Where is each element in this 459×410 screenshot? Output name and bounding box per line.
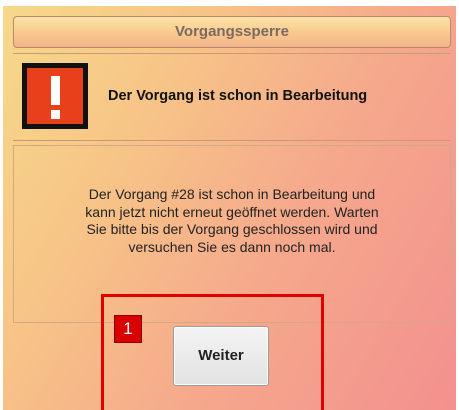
- message-line: Der Vorgang #28 ist schon in Bearbeitung…: [88, 186, 376, 202]
- dialog-title: Vorgangssperre: [175, 23, 289, 40]
- highlight-callout-frame: [101, 294, 324, 410]
- step-marker-badge: 1: [114, 315, 142, 343]
- dialog-titlebar: Vorgangssperre: [13, 16, 451, 48]
- dialog-heading: Der Vorgang ist schon in Bearbeitung: [108, 88, 368, 104]
- message-line: Sie bitte bis der Vorgang geschlossen wi…: [86, 221, 378, 237]
- exclamation-warning-icon: [22, 63, 88, 129]
- dialog-message: Der Vorgang #28 ist schon in Bearbeitung…: [24, 186, 440, 256]
- message-line: versuchen Sie es dann noch mal.: [128, 238, 336, 255]
- message-line: kann jetzt nicht erneut geöffnet werden.…: [85, 203, 379, 220]
- dialog-header: Der Vorgang ist schon in Bearbeitung: [13, 53, 451, 141]
